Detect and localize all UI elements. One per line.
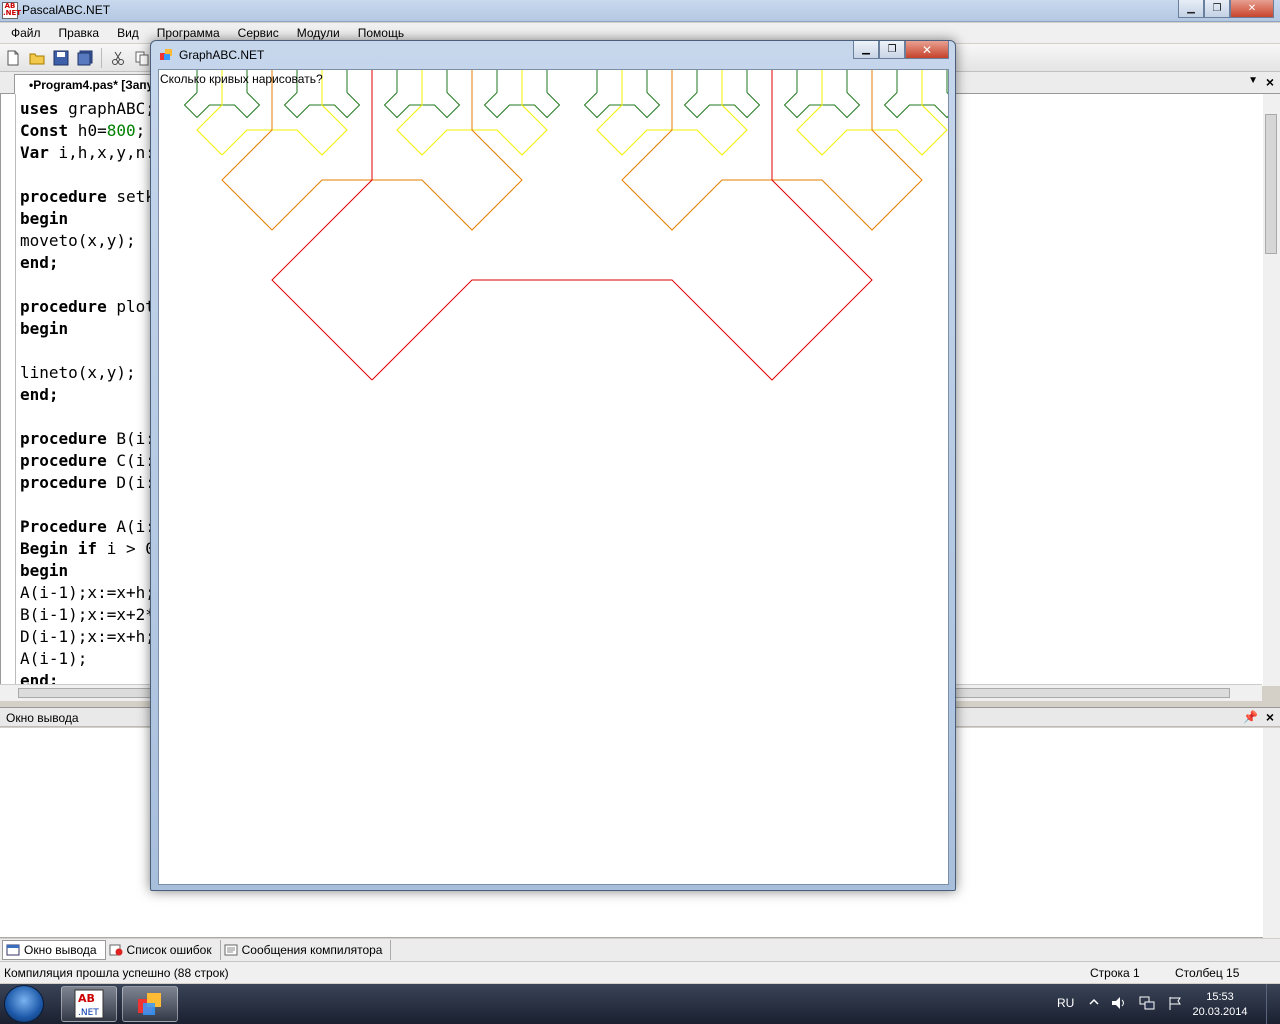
sierpinski-curve-level-1 xyxy=(271,70,873,381)
close-tab-icon[interactable]: × xyxy=(1266,74,1274,90)
code-token: begin xyxy=(20,561,69,580)
code-token: procedure xyxy=(20,297,107,316)
ide-titlebar: AB .NET PascalABC.NET ▁ ❐ ✕ xyxy=(0,0,1280,22)
pin-icon[interactable]: 📌 xyxy=(1243,710,1258,724)
code-token: ; xyxy=(135,121,146,140)
tab-error-list-label: Список ошибок xyxy=(126,943,212,957)
output-panel-title: Окно вывода xyxy=(6,711,79,725)
taskbar: AB .NET RU 15:53 20.03.2014 xyxy=(0,984,1280,1024)
sierpinski-curves-canvas xyxy=(183,70,948,381)
code-token: Var xyxy=(20,143,49,162)
code-token: procedure xyxy=(20,429,107,448)
pascalabc-taskbar-icon: AB .NET xyxy=(74,989,104,1019)
new-file-icon[interactable] xyxy=(2,47,24,69)
status-column: Столбец 15 xyxy=(1175,966,1240,980)
status-row: Строка 1 xyxy=(1090,966,1140,980)
code-token: Const xyxy=(20,121,69,140)
network-icon[interactable] xyxy=(1138,995,1156,1011)
tab-output-label: Окно вывода xyxy=(24,943,97,957)
graphabc-window-controls: ▁ ❐ ✕ xyxy=(853,41,949,59)
tab-program4[interactable]: •Program4.pas* [Запущен] xyxy=(14,74,164,94)
clock-date: 20.03.2014 xyxy=(1192,1006,1248,1018)
menu-edit[interactable]: Правка xyxy=(50,26,109,40)
system-tray xyxy=(1088,995,1184,1011)
graphabc-window-icon xyxy=(160,49,172,60)
code-token: procedure xyxy=(20,187,107,206)
graphabc-canvas-area[interactable]: Сколько кривых нарисовать? xyxy=(158,69,949,885)
bottom-tabs: Окно вывода Список ошибок Сообщения комп… xyxy=(0,939,1280,961)
code-token: procedure xyxy=(20,451,107,470)
code-token: lineto(x,y); xyxy=(20,363,136,382)
code-token: moveto(x,y); xyxy=(20,231,136,250)
volume-icon[interactable] xyxy=(1110,995,1128,1011)
code-token: h0= xyxy=(68,121,107,140)
menu-help[interactable]: Помощь xyxy=(349,26,413,40)
error-list-icon xyxy=(109,944,123,956)
graphabc-title: GraphABC.NET xyxy=(179,48,265,62)
input-prompt: Сколько кривых нарисовать? xyxy=(160,72,323,86)
action-center-flag-icon[interactable] xyxy=(1166,995,1184,1011)
menu-view[interactable]: Вид xyxy=(108,26,148,40)
editor-vertical-scrollbar[interactable] xyxy=(1263,94,1280,686)
taskbar-graphabc[interactable] xyxy=(122,986,178,1022)
ide-title: PascalABC.NET xyxy=(22,3,111,17)
graphabc-minimize-button[interactable]: ▁ xyxy=(853,41,879,59)
start-button[interactable] xyxy=(4,985,44,1023)
svg-text:AB: AB xyxy=(78,992,95,1005)
code-token: Begin if xyxy=(20,539,98,558)
tab-output[interactable]: Окно вывода xyxy=(2,940,106,960)
code-token: begin xyxy=(20,209,69,228)
menu-modules[interactable]: Модули xyxy=(288,26,349,40)
tab-error-list[interactable]: Список ошибок xyxy=(106,940,221,960)
toolbar-separator xyxy=(101,47,102,68)
code-token: end; xyxy=(20,253,59,272)
output-window-icon xyxy=(6,944,20,956)
cut-icon[interactable] xyxy=(107,47,129,69)
status-message: Компиляция прошла успешно (88 строк) xyxy=(4,966,229,980)
maximize-button[interactable]: ❐ xyxy=(1204,0,1230,18)
output-scrollbar[interactable] xyxy=(1263,728,1280,938)
menu-program[interactable]: Программа xyxy=(148,26,229,40)
save-icon[interactable] xyxy=(50,47,72,69)
graphabc-taskbar-icon xyxy=(138,993,161,1015)
svg-text:.NET: .NET xyxy=(78,1008,99,1018)
status-bar: Компиляция прошла успешно (88 строк) Стр… xyxy=(0,961,1280,983)
compiler-messages-icon xyxy=(224,944,238,956)
tab-compiler-messages-label: Сообщения компилятора xyxy=(241,943,383,957)
menu-file[interactable]: Файл xyxy=(2,26,50,40)
close-button[interactable]: ✕ xyxy=(1230,0,1274,18)
tab-compiler-messages[interactable]: Сообщения компилятора xyxy=(221,940,392,960)
code-token: begin xyxy=(20,319,69,338)
graphabc-close-button[interactable]: ✕ xyxy=(905,41,949,59)
ide-window-controls: ▁ ❐ ✕ xyxy=(1178,0,1274,18)
keyboard-language[interactable]: RU xyxy=(1057,996,1074,1010)
save-all-icon[interactable] xyxy=(74,47,96,69)
menu-service[interactable]: Сервис xyxy=(229,26,288,40)
clock-time: 15:53 xyxy=(1206,991,1234,1003)
open-folder-icon[interactable] xyxy=(26,47,48,69)
minimize-button[interactable]: ▁ xyxy=(1178,0,1204,18)
graphabc-window[interactable]: GraphABC.NET ▁ ❐ ✕ Сколько кривых нарисо… xyxy=(150,40,956,891)
code-token: uses xyxy=(20,99,59,118)
clock[interactable]: 15:53 20.03.2014 xyxy=(1192,990,1248,1020)
code-token: Procedure xyxy=(20,517,107,536)
code-token: 800 xyxy=(106,121,136,140)
code-token: end; xyxy=(20,385,59,404)
close-panel-icon[interactable]: × xyxy=(1266,709,1274,725)
tabs-dropdown-icon[interactable]: ▼ xyxy=(1248,75,1258,86)
taskbar-pascalabc[interactable]: AB .NET xyxy=(61,986,117,1022)
pascalabc-app-icon: AB .NET xyxy=(2,2,22,19)
show-desktop-button[interactable] xyxy=(1266,984,1280,1024)
show-hidden-icons-icon[interactable] xyxy=(1088,995,1100,1009)
scroll-thumb[interactable] xyxy=(1265,114,1277,254)
code-token: graphABC; xyxy=(58,99,155,118)
code-token: A(i-1); xyxy=(20,649,88,668)
editor-gutter xyxy=(15,94,16,686)
code-token: procedure xyxy=(20,473,107,492)
graphabc-maximize-button[interactable]: ❐ xyxy=(879,41,905,59)
